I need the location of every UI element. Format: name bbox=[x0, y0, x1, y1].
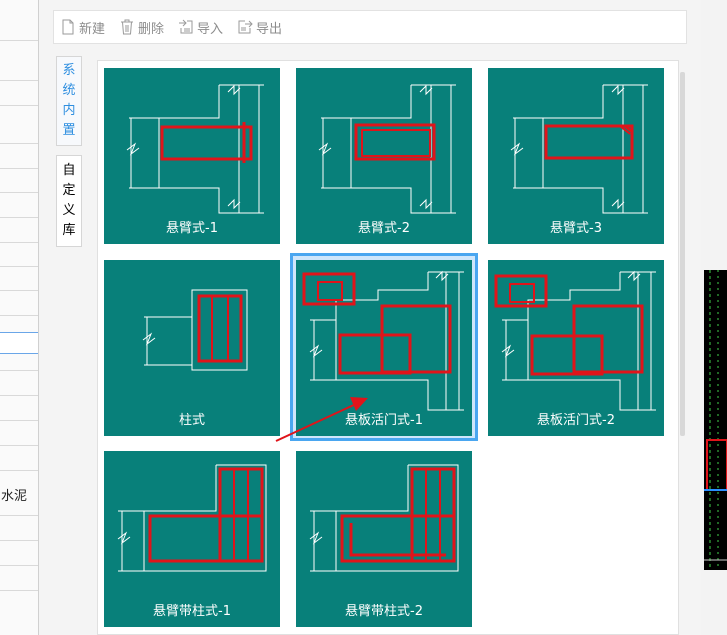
new-button[interactable]: 新建 bbox=[60, 18, 105, 37]
tab-char: 系 bbox=[62, 63, 76, 78]
import-label: 导入 bbox=[197, 21, 224, 37]
export-label: 导出 bbox=[256, 21, 283, 37]
delete-label: 删除 bbox=[138, 21, 165, 37]
export-icon bbox=[238, 20, 253, 34]
background-app-panel: 水泥 bbox=[0, 0, 40, 635]
tab-custom-library[interactable]: 自 定 义 库 bbox=[56, 155, 82, 247]
scrollbar[interactable] bbox=[680, 72, 685, 436]
template-card-cantilever-2[interactable]: 悬臂式-2 bbox=[296, 68, 472, 244]
tab-char: 内 bbox=[62, 103, 76, 118]
tab-char: 置 bbox=[62, 123, 76, 138]
background-input[interactable] bbox=[0, 332, 39, 354]
template-card-cantilever-column-2[interactable]: 悬臂带柱式-2 bbox=[296, 451, 472, 627]
tab-char: 义 bbox=[62, 203, 76, 218]
trash-icon bbox=[121, 19, 134, 35]
template-card-cantilever-column-1[interactable]: 悬臂带柱式-1 bbox=[104, 451, 280, 627]
card-label: 悬臂式-1 bbox=[166, 221, 218, 236]
card-label: 悬臂式-3 bbox=[550, 221, 602, 236]
template-card-cantilever-1[interactable]: 悬臂式-1 bbox=[104, 68, 280, 244]
template-card-cantilever-3[interactable]: 悬臂式-3 bbox=[488, 68, 664, 244]
template-card-slab-hinged-1[interactable]: 悬板活门式-1 bbox=[296, 260, 472, 436]
import-icon bbox=[179, 19, 193, 34]
background-label: 水泥 bbox=[1, 489, 28, 504]
card-label: 悬臂带柱式-2 bbox=[345, 604, 423, 619]
card-label: 悬板活门式-2 bbox=[537, 413, 615, 428]
tab-char: 库 bbox=[62, 223, 76, 238]
toolbar: 新建 删除 导入 导出 bbox=[53, 10, 687, 44]
card-label: 悬臂式-2 bbox=[358, 221, 410, 236]
export-button[interactable]: 导出 bbox=[237, 18, 282, 37]
tab-char: 统 bbox=[62, 83, 76, 98]
tab-char: 自 bbox=[62, 163, 76, 178]
card-label: 悬板活门式-1 bbox=[345, 413, 423, 428]
tab-char: 定 bbox=[62, 183, 76, 198]
tab-system-builtin[interactable]: 系 统 内 置 bbox=[56, 56, 82, 146]
card-label: 柱式 bbox=[178, 413, 205, 428]
import-button[interactable]: 导入 bbox=[178, 18, 223, 37]
new-label: 新建 bbox=[79, 21, 106, 37]
new-file-icon bbox=[62, 19, 74, 35]
template-card-column[interactable]: 柱式 bbox=[104, 260, 280, 436]
card-label: 悬臂带柱式-1 bbox=[153, 604, 231, 619]
cad-viewport bbox=[704, 270, 727, 570]
delete-button[interactable]: 删除 bbox=[119, 18, 164, 37]
template-card-slab-hinged-2[interactable]: 悬板活门式-2 bbox=[488, 260, 664, 436]
